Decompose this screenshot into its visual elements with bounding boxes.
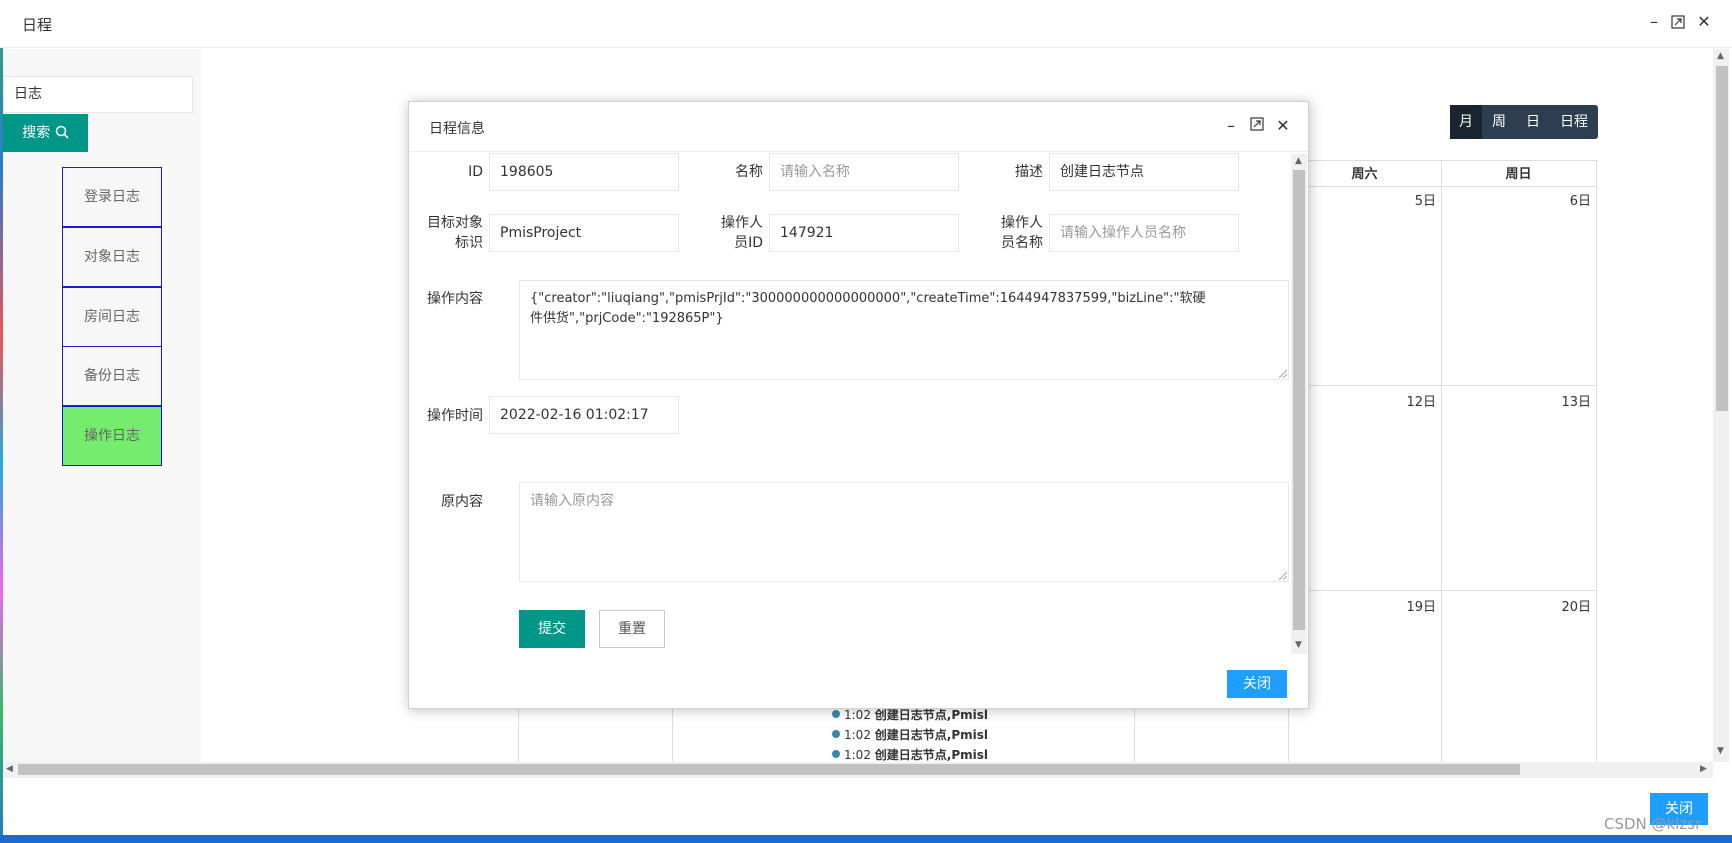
id-label: ID	[468, 164, 483, 180]
operator-id-label: 操作人员ID	[721, 215, 763, 251]
reset-button[interactable]: 重置	[599, 610, 665, 648]
view-agenda-button[interactable]: 日程	[1550, 105, 1598, 139]
calendar-day[interactable]: 12日	[1380, 391, 1436, 410]
operator-name-field[interactable]: 请输入操作人员名称	[1049, 214, 1239, 252]
event-dot	[832, 730, 840, 738]
maximize-icon[interactable]	[1668, 12, 1688, 34]
sidebar-item-backup-log[interactable]: 备份日志	[62, 346, 162, 406]
operation-content-label: 操作内容	[427, 291, 483, 307]
calendar-day[interactable]: 5日	[1380, 190, 1436, 209]
search-input[interactable]: 日志	[3, 76, 193, 113]
submit-button[interactable]: 提交	[519, 610, 585, 648]
search-icon	[55, 125, 69, 139]
scroll-down-icon[interactable]: ▼	[1717, 746, 1724, 756]
view-week-button[interactable]: 周	[1482, 105, 1516, 139]
dialog-maximize-icon[interactable]	[1247, 116, 1267, 136]
view-month-button[interactable]: 月	[1450, 105, 1482, 139]
taskbar	[0, 835, 1732, 843]
original-content-placeholder: 请输入原内容	[530, 493, 614, 509]
event-title: 创建日志节点,Pmisl	[874, 708, 989, 722]
sidebar-item-room-log[interactable]: 房间日志	[62, 287, 162, 347]
calendar-day[interactable]: 6日	[1535, 190, 1591, 209]
scroll-right-icon[interactable]: ▶	[1700, 764, 1707, 774]
event-time: 1:02	[844, 728, 871, 742]
calendar-grid-line	[1288, 160, 1596, 161]
id-field[interactable]: 198605	[489, 153, 679, 191]
description-field[interactable]: 创建日志节点	[1049, 153, 1239, 191]
schedule-info-dialog: 日程信息 – ✕ ID 198605 名称 请输入名称 描述 创建日志节点 目标…	[408, 101, 1309, 709]
description-label: 描述	[1015, 164, 1043, 180]
scroll-left-icon[interactable]: ◀	[6, 764, 13, 774]
operator-name-label: 操作人员名称	[1001, 215, 1043, 251]
resize-handle-icon[interactable]	[1279, 370, 1287, 378]
event-title: 创建日志节点,Pmisl	[874, 728, 989, 742]
calendar-grid-line	[518, 709, 519, 762]
view-day-button[interactable]: 日	[1516, 105, 1550, 139]
operation-time-label: 操作时间	[427, 408, 483, 424]
calendar-day[interactable]: 19日	[1380, 596, 1436, 615]
watermark: CSDN @klzsr	[1604, 815, 1702, 833]
operation-content-text: {"creator":"liuqiang","pmisPrjId":"30000…	[530, 291, 1206, 326]
target-object-label: 目标对象标识	[427, 215, 483, 251]
dialog-scroll-up-icon[interactable]: ▲	[1295, 156, 1302, 166]
calendar-view-switch: 月 周 日 日程	[1450, 105, 1598, 139]
vertical-scroll-thumb[interactable]	[1716, 66, 1728, 411]
calendar-grid-line	[1288, 385, 1596, 386]
calendar-day[interactable]: 20日	[1535, 596, 1591, 615]
search-button[interactable]: 搜索	[3, 114, 88, 152]
event-dot	[832, 710, 840, 718]
event-title: 创建日志节点,Pmisl	[874, 748, 989, 762]
sidebar-item-login-log[interactable]: 登录日志	[62, 167, 162, 227]
dialog-close-icon[interactable]: ✕	[1273, 116, 1293, 136]
minimize-icon[interactable]: –	[1644, 12, 1664, 34]
name-label: 名称	[735, 164, 763, 180]
calendar-grid-line	[1441, 160, 1442, 762]
original-content-textarea[interactable]: 请输入原内容	[519, 482, 1289, 582]
calendar-event[interactable]: 1:02 创建日志节点,Pmisl	[832, 726, 988, 743]
calendar-grid-line	[1288, 590, 1596, 591]
dialog-titlebar: 日程信息 – ✕	[409, 102, 1308, 152]
event-dot	[832, 750, 840, 758]
search-button-label: 搜索	[22, 125, 51, 141]
dialog-title: 日程信息	[429, 121, 485, 137]
dialog-scroll-down-icon[interactable]: ▼	[1295, 640, 1302, 650]
weekday-header: 周六	[1351, 167, 1378, 182]
operation-time-field[interactable]: 2022-02-16 01:02:17	[489, 396, 679, 434]
window-title: 日程	[22, 16, 53, 34]
sidebar-item-operation-log[interactable]: 操作日志	[62, 406, 162, 466]
dialog-close-button[interactable]: 关闭	[1227, 670, 1287, 698]
resize-handle-icon[interactable]	[1279, 572, 1287, 580]
scroll-up-icon[interactable]: ▲	[1717, 51, 1724, 61]
operation-content-textarea[interactable]: {"creator":"liuqiang","pmisPrjId":"30000…	[519, 280, 1289, 380]
name-field[interactable]: 请输入名称	[769, 153, 959, 191]
target-object-field[interactable]: PmisProject	[489, 214, 679, 252]
weekday-header: 周日	[1505, 167, 1532, 182]
calendar-grid-line	[1134, 709, 1135, 762]
window-titlebar: 日程 – ✕	[0, 0, 1732, 48]
calendar-grid-line	[1596, 160, 1597, 762]
operator-id-field[interactable]: 147921	[769, 214, 959, 252]
calendar-grid-line	[672, 709, 673, 762]
dialog-scroll-thumb[interactable]	[1293, 170, 1305, 630]
dialog-minimize-icon[interactable]: –	[1221, 116, 1241, 136]
event-time: 1:02	[844, 748, 871, 762]
calendar-event[interactable]: 1:02 创建日志节点,Pmisl	[832, 746, 988, 763]
calendar-grid-line	[1288, 186, 1596, 187]
original-content-label: 原内容	[441, 494, 483, 510]
calendar-day[interactable]: 13日	[1535, 391, 1591, 410]
horizontal-scroll-thumb[interactable]	[18, 764, 1520, 775]
sidebar-item-object-log[interactable]: 对象日志	[62, 227, 162, 287]
close-icon[interactable]: ✕	[1694, 12, 1714, 34]
event-time: 1:02	[844, 708, 871, 722]
calendar-grid-line	[1288, 709, 1289, 762]
